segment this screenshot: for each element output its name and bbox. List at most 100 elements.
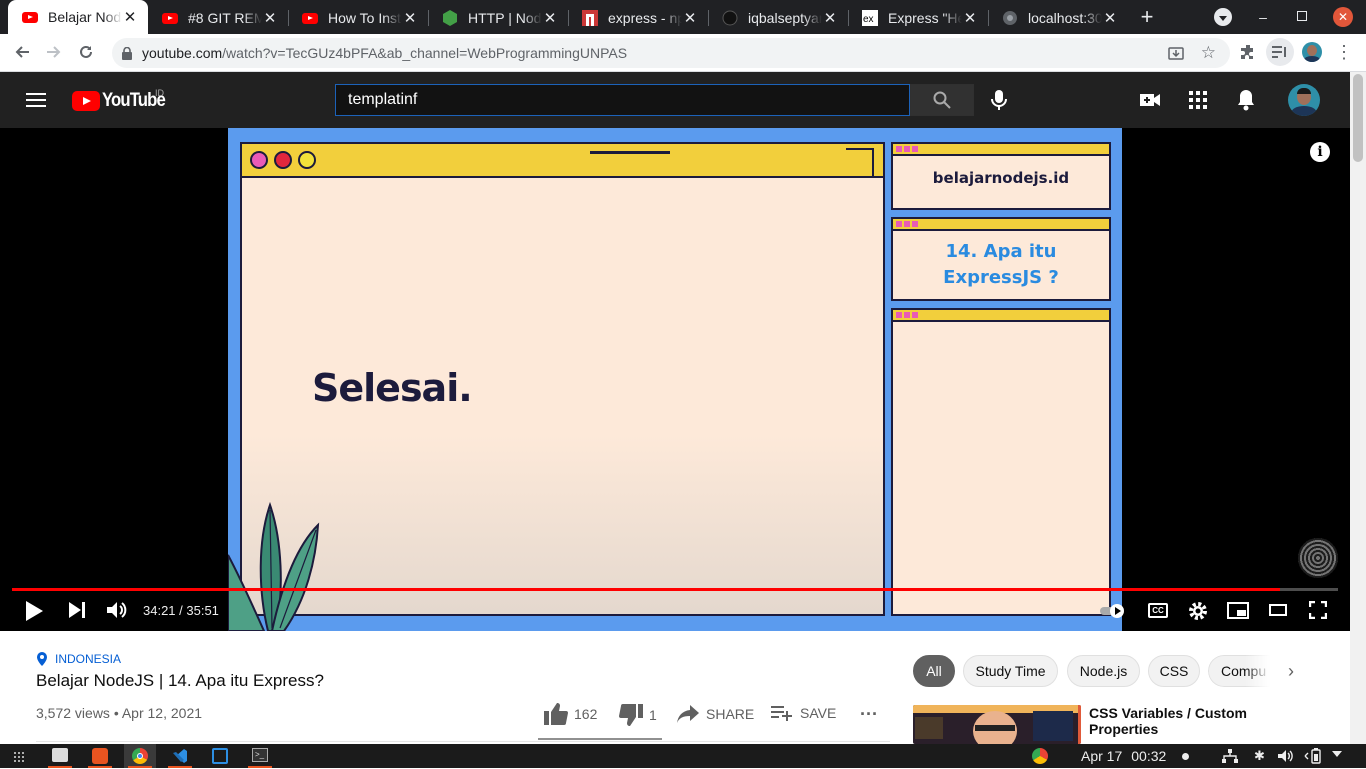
tab[interactable]: #8 GIT REMOTE ✕ xyxy=(148,2,288,34)
save-button[interactable]: SAVE xyxy=(771,705,836,721)
chrome-tray-icon[interactable] xyxy=(1032,748,1048,764)
chips-next-chevron-icon[interactable]: › xyxy=(1283,662,1299,680)
tab[interactable]: iqbalseptyan ✕ xyxy=(708,2,848,34)
autoplay-toggle[interactable] xyxy=(1100,604,1126,618)
sound-icon[interactable] xyxy=(1278,749,1294,768)
notifications-bell-icon[interactable] xyxy=(1236,89,1256,116)
screenshot-tool-icon[interactable] xyxy=(212,748,228,764)
apps-grid-icon[interactable] xyxy=(1188,90,1208,115)
bookmark-star-icon[interactable]: ☆ xyxy=(1201,43,1216,63)
account-avatar[interactable] xyxy=(1288,84,1320,116)
os-taskbar: >_ Apr 17 00:32 ✱ xyxy=(0,744,1366,768)
like-dislike-ratio-bar xyxy=(538,738,662,740)
search-input-value: templatinf xyxy=(348,91,418,108)
tab-close-icon[interactable]: ✕ xyxy=(402,9,418,27)
chip-study-time[interactable]: Study Time xyxy=(963,655,1058,687)
battery-icon[interactable] xyxy=(1304,748,1324,769)
theater-mode-icon[interactable] xyxy=(1269,604,1287,616)
lock-icon[interactable] xyxy=(122,46,132,60)
forward-icon[interactable] xyxy=(40,38,68,66)
tab-close-icon[interactable]: ✕ xyxy=(542,9,558,27)
slide-episode-window: 14. Apa itu ExpressJS ? xyxy=(891,217,1111,301)
info-icon[interactable]: i xyxy=(1310,142,1330,162)
related-video-title-line1[interactable]: CSS Variables / Custom xyxy=(1089,705,1247,721)
related-video-thumbnail[interactable] xyxy=(913,705,1081,744)
system-menu-chevron-icon[interactable] xyxy=(1332,751,1342,757)
miniplayer-icon[interactable] xyxy=(1227,602,1249,619)
clock[interactable]: Apr 17 00:32 xyxy=(1081,748,1166,764)
minimize-button[interactable]: – xyxy=(1256,10,1270,24)
page-scrollbar[interactable] xyxy=(1350,72,1366,744)
microphone-icon[interactable] xyxy=(989,89,1009,111)
video-frame[interactable]: Selesai. belajarnodejs.id 14. Apa itu Ex… xyxy=(228,128,1122,631)
new-tab-button[interactable]: + xyxy=(1136,5,1158,29)
settings-gear-icon[interactable] xyxy=(1188,601,1208,626)
tab-close-icon[interactable]: ✕ xyxy=(122,8,138,26)
progress-bar[interactable] xyxy=(12,588,1338,591)
thumbs-down-icon xyxy=(619,704,643,726)
reload-icon[interactable] xyxy=(72,38,100,66)
nodejs-icon xyxy=(442,10,458,26)
close-window-button[interactable]: ✕ xyxy=(1333,7,1353,27)
search-icon xyxy=(933,91,951,109)
tab-close-icon[interactable]: ✕ xyxy=(682,9,698,27)
tab-close-icon[interactable]: ✕ xyxy=(822,9,838,27)
network-icon[interactable] xyxy=(1222,749,1238,768)
chip-css[interactable]: CSS xyxy=(1148,655,1200,687)
location-tag[interactable]: INDONESIA xyxy=(36,652,121,666)
app-grid-icon[interactable] xyxy=(13,750,25,768)
chrome-menu-icon[interactable]: ⋮ xyxy=(1334,42,1354,62)
install-app-icon[interactable] xyxy=(1168,45,1184,64)
address-bar[interactable]: youtube.com/watch?v=TecGUz4bPFA&ab_chann… xyxy=(112,38,1230,68)
share-icon xyxy=(677,705,699,723)
tab[interactable]: ex Express "Hello ✕ xyxy=(848,2,988,34)
profile-avatar[interactable] xyxy=(1302,42,1322,62)
tab[interactable]: localhost:3000 ✕ xyxy=(988,2,1128,34)
captions-cc-icon[interactable]: CC xyxy=(1148,603,1168,618)
fullscreen-icon[interactable] xyxy=(1308,600,1328,624)
tab-close-icon[interactable]: ✕ xyxy=(262,9,278,27)
tab-close-icon[interactable]: ✕ xyxy=(1102,9,1118,27)
tab[interactable]: express - npm ✕ xyxy=(568,2,708,34)
chip-computer[interactable]: Compu xyxy=(1208,655,1270,687)
share-button[interactable]: SHARE xyxy=(677,705,754,723)
chip-all[interactable]: All xyxy=(913,655,955,687)
media-control-icon[interactable] xyxy=(1266,38,1294,66)
create-video-icon[interactable] xyxy=(1139,90,1161,115)
files-app-icon[interactable] xyxy=(52,748,68,762)
search-input[interactable]: templatinf xyxy=(335,84,910,116)
youtube-logo[interactable]: YouTube ID xyxy=(72,88,173,112)
extensions-icon[interactable] xyxy=(1234,38,1262,66)
maximize-button[interactable] xyxy=(1297,11,1307,21)
tab-title: iqbalseptyan xyxy=(748,10,822,26)
related-video-title-line2[interactable]: Properties xyxy=(1089,721,1158,737)
chip-nodejs[interactable]: Node.js xyxy=(1067,655,1140,687)
browser-tab-strip: Belajar NodeJS | 14. Apa itu Express? ✕ … xyxy=(0,0,1366,34)
tab-close-icon[interactable]: ✕ xyxy=(962,9,978,27)
next-button[interactable] xyxy=(68,601,86,624)
tab-title: localhost:3000 xyxy=(1028,10,1102,26)
tab-search-button[interactable] xyxy=(1214,8,1232,26)
divider xyxy=(36,741,890,742)
youtube-icon xyxy=(162,10,178,26)
location-label: INDONESIA xyxy=(55,652,122,666)
tab[interactable]: How To Install ✕ xyxy=(288,2,428,34)
terminal-icon[interactable]: >_ xyxy=(252,748,268,762)
search-button[interactable] xyxy=(910,84,974,116)
scrollbar-thumb[interactable] xyxy=(1353,74,1363,162)
more-actions-icon[interactable]: ··· xyxy=(858,704,880,724)
like-button[interactable]: 162 xyxy=(544,703,597,725)
country-code: ID xyxy=(155,88,164,98)
bluetooth-icon[interactable]: ✱ xyxy=(1254,748,1265,764)
slide-empty-window xyxy=(891,308,1111,616)
software-center-icon[interactable] xyxy=(92,748,108,764)
play-button[interactable] xyxy=(24,600,44,627)
tab-active[interactable]: Belajar NodeJS | 14. Apa itu Express? ✕ xyxy=(8,0,148,34)
chrome-app-active[interactable] xyxy=(124,744,156,768)
tab[interactable]: HTTP | Node.js ✕ xyxy=(428,2,568,34)
back-icon[interactable] xyxy=(8,38,36,66)
dislike-button[interactable]: 1 xyxy=(619,704,657,726)
channel-watermark[interactable] xyxy=(1298,538,1338,578)
volume-button[interactable] xyxy=(106,600,128,625)
hamburger-menu-icon[interactable] xyxy=(26,93,46,107)
